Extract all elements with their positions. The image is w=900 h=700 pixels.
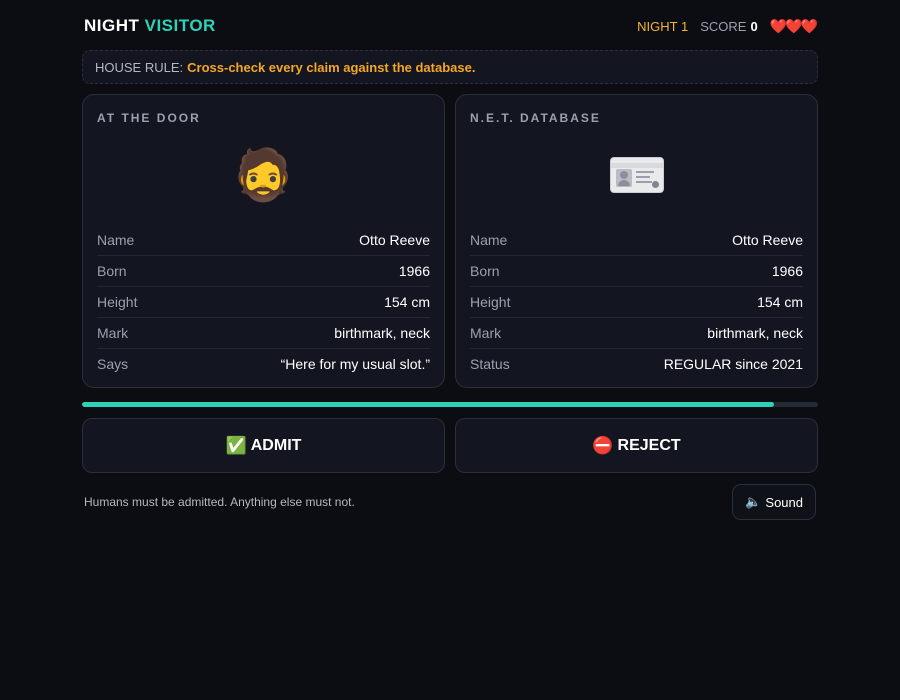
field-row: Name Otto Reeve	[97, 225, 430, 256]
timer-bar	[82, 402, 818, 407]
field-label: Mark	[97, 325, 129, 341]
database-fields: Name Otto Reeve Born 1966 Height 154 cm Mar…	[470, 225, 803, 379]
field-row: Height 154 cm	[470, 287, 803, 318]
stats: NIGHT 1 SCORE 0 ❤️❤️❤️	[637, 17, 818, 35]
field-label: Height	[97, 294, 138, 310]
field-value: 1966	[398, 263, 430, 279]
field-value: birthmark, neck	[707, 325, 803, 341]
field-row: Says “Here for my usual slot.”	[97, 349, 430, 379]
house-rule-text: Cross-check every claim against the data…	[187, 59, 476, 75]
field-row: Status REGULAR since 2021	[470, 349, 803, 379]
title-visitor: VISITOR	[144, 16, 216, 35]
field-value: 154 cm	[384, 294, 430, 310]
field-row: Born 1966	[470, 256, 803, 287]
door-fields: Name Otto Reeve Born 1966 Height 154 cm Mar…	[97, 225, 430, 379]
field-row: Height 154 cm	[97, 287, 430, 318]
score: SCORE 0	[700, 19, 757, 34]
field-value: birthmark, neck	[334, 325, 430, 341]
field-row: Name Otto Reeve	[470, 225, 803, 256]
no-entry-icon: ⛔	[592, 435, 614, 455]
field-label: Says	[97, 356, 129, 372]
field-value: REGULAR since 2021	[663, 356, 803, 372]
field-value: 154 cm	[757, 294, 803, 310]
field-value: Otto Reeve	[732, 232, 803, 248]
top-bar: NIGHT VISITOR NIGHT 1 SCORE 0 ❤️❤️❤️	[82, 12, 818, 40]
admit-button[interactable]: ✅ ADMIT	[82, 418, 445, 473]
database-heading: N.E.T. DATABASE	[470, 111, 601, 125]
footer: Humans must be admitted. Anything else m…	[82, 484, 818, 520]
field-value: “Here for my usual slot.”	[280, 356, 430, 372]
database-avatar	[470, 125, 803, 225]
sound-toggle-button[interactable]: 🔈 Sound	[732, 484, 816, 520]
id-card-icon	[609, 157, 664, 193]
house-rule-banner: HOUSE RULE: Cross-check every claim agai…	[82, 50, 818, 84]
cards: AT THE DOOR 🧔 Name Otto Reeve Born 1966 He…	[82, 94, 818, 388]
score-value: 0	[750, 18, 758, 34]
title-night: NIGHT	[84, 16, 140, 35]
check-icon: ✅	[225, 435, 247, 455]
reject-label: REJECT	[617, 436, 681, 454]
field-label: Born	[97, 263, 127, 279]
field-label: Born	[470, 263, 500, 279]
score-label: SCORE	[700, 18, 747, 34]
night-counter: NIGHT 1	[637, 18, 689, 34]
field-label: Height	[470, 294, 511, 310]
door-card: AT THE DOOR 🧔 Name Otto Reeve Born 1966 He…	[82, 94, 445, 388]
timer-fill	[82, 402, 774, 407]
field-label: Name	[470, 232, 508, 248]
field-label: Status	[470, 356, 510, 372]
field-row: Born 1966	[97, 256, 430, 287]
database-card: N.E.T. DATABASE Name Otto Reeve Born 1966 …	[455, 94, 818, 388]
field-value: Otto Reeve	[359, 232, 430, 248]
sound-label: Sound	[765, 494, 803, 510]
door-heading: AT THE DOOR	[97, 111, 201, 125]
speaker-icon: 🔈	[745, 494, 762, 509]
game-container: NIGHT VISITOR NIGHT 1 SCORE 0 ❤️❤️❤️ HOUS…	[82, 0, 818, 520]
field-row: Mark birthmark, neck	[470, 318, 803, 349]
hint-text: Humans must be admitted. Anything else m…	[84, 495, 355, 509]
visitor-avatar-icon: 🧔	[232, 146, 295, 203]
field-value: 1966	[771, 263, 803, 279]
admit-label: ADMIT	[250, 436, 302, 454]
house-rule-label: HOUSE RULE:	[95, 59, 184, 75]
decision-actions: ✅ ADMIT ⛔ REJECT	[82, 418, 818, 473]
game-title: NIGHT VISITOR	[84, 16, 216, 36]
reject-button[interactable]: ⛔ REJECT	[455, 418, 818, 473]
field-label: Mark	[470, 325, 502, 341]
lives-hearts-icon: ❤️❤️❤️	[769, 17, 818, 34]
field-label: Name	[97, 232, 135, 248]
field-row: Mark birthmark, neck	[97, 318, 430, 349]
